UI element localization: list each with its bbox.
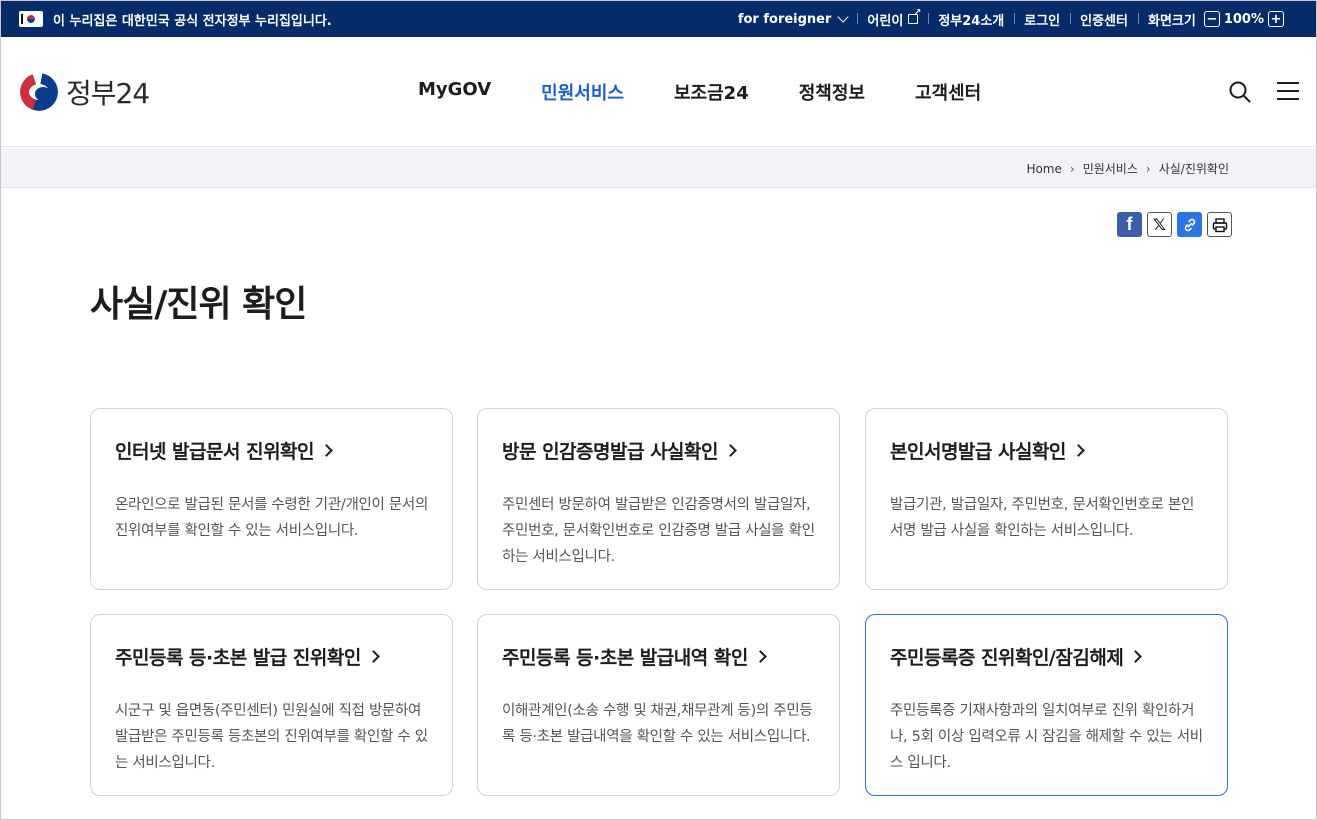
screen-size-label: 화면크기	[1147, 13, 1196, 29]
print-button[interactable]	[1207, 212, 1232, 237]
gov-banner: 이 누리집은 대한민국 공식 전자정부 누리집입니다. for foreigne…	[1, 1, 1316, 37]
hamburger-menu-icon[interactable]	[1277, 82, 1299, 100]
gov-notice-text: 이 누리집은 대한민국 공식 전자정부 누리집입니다.	[53, 13, 332, 29]
service-card-id-card-verify-unlock[interactable]: 주민등록증 진위확인/잠김해제 주민등록증 기재사항과의 일치여부로 진위 확인…	[865, 614, 1228, 796]
card-description: 주민센터 방문하여 발급받은 인감증명서의 발급일자, 주민번호, 문서확인번호…	[502, 497, 815, 565]
card-title: 주민등록증 진위확인/잠김해제	[890, 643, 1203, 670]
about-label: 정부24소개	[938, 13, 1005, 29]
service-card-resident-copy-verify[interactable]: 주민등록 등·초본 발급 진위확인 시군구 및 읍면동(주민센터) 민원실에 직…	[90, 614, 453, 796]
taegeuk-logo-icon	[20, 73, 58, 111]
facebook-icon: f	[1126, 214, 1133, 234]
korean-flag-icon	[19, 11, 43, 27]
card-title: 주민등록 등·초본 발급 진위확인	[115, 643, 428, 670]
share-toolbar: f 𝕏	[1117, 212, 1232, 237]
card-description: 이해관계인(소송 수행 및 채권,채무관계 등)의 주민등록 등·초본 발급내역…	[502, 703, 813, 745]
logo-text: 정부24	[66, 77, 150, 110]
site-logo[interactable]: 정부24	[20, 72, 150, 112]
nav-subsidy[interactable]: 보조금24	[674, 79, 749, 105]
cert-center-link[interactable]: 인증센터	[1070, 10, 1138, 29]
page-title: 사실/진위 확인	[90, 284, 307, 325]
card-title: 본인서명발급 사실확인	[890, 437, 1203, 464]
copy-link-button[interactable]	[1177, 212, 1202, 237]
chevron-right-icon	[724, 444, 737, 457]
chevron-down-icon	[837, 10, 850, 23]
breadcrumb: Home › 민원서비스 › 사실/진위확인	[1026, 160, 1229, 177]
external-link-icon	[908, 8, 921, 24]
x-icon: 𝕏	[1153, 215, 1166, 234]
zoom-value: 100%	[1223, 11, 1264, 27]
for-foreigner-label: for foreigner	[737, 11, 832, 27]
chevron-right-icon	[1072, 444, 1085, 457]
breadcrumb-bar: Home › 민원서비스 › 사실/진위확인	[1, 148, 1316, 188]
zoom-in-button[interactable]: +	[1268, 11, 1284, 27]
card-title: 주민등록 등·초본 발급내역 확인	[502, 643, 815, 670]
kids-label: 어린이	[867, 13, 904, 29]
card-description: 주민등록증 기재사항과의 일치여부로 진위 확인하거나, 5회 이상 입력오류 …	[890, 703, 1203, 771]
cert-center-label: 인증센터	[1080, 13, 1128, 29]
about-link[interactable]: 정부24소개	[928, 10, 1014, 29]
chevron-right-icon	[1129, 650, 1143, 663]
site-header: 정부24 MyGOV 민원서비스 보조금24 정책정보 고객센터	[1, 37, 1316, 147]
search-icon[interactable]	[1229, 81, 1251, 103]
nav-civil-service[interactable]: 민원서비스	[541, 79, 624, 105]
main-nav: MyGOV 민원서비스 보조금24 정책정보 고객센터	[418, 79, 981, 105]
kids-link[interactable]: 어린이	[857, 8, 928, 29]
for-foreigner-link[interactable]: for foreigner	[728, 10, 858, 27]
card-title: 방문 인감증명발급 사실확인	[502, 437, 815, 464]
link-icon	[1184, 218, 1195, 231]
facebook-share-button[interactable]: f	[1117, 212, 1142, 237]
zoom-out-button[interactable]: −	[1203, 11, 1220, 27]
chevron-right-icon: ›	[1069, 161, 1075, 176]
card-description: 발급기관, 발급일자, 주민번호, 문서확인번호로 본인서명 발급 사실을 확인…	[890, 497, 1195, 539]
card-description: 시군구 및 읍면동(주민센터) 민원실에 직접 방문하여 발급받은 주민등록 등…	[115, 703, 428, 771]
nav-customer-center[interactable]: 고객센터	[915, 79, 981, 105]
gov-notice: 이 누리집은 대한민국 공식 전자정부 누리집입니다.	[19, 10, 332, 29]
utility-links: for foreigner 어린이 정부24소개 로그인 인증센터 화면크기 −…	[728, 8, 1298, 29]
chevron-right-icon: ›	[1145, 161, 1151, 176]
chevron-right-icon	[753, 650, 767, 663]
login-label: 로그인	[1024, 13, 1061, 29]
screen-size-control: 화면크기 − 100% +	[1137, 10, 1298, 29]
chevron-right-icon	[320, 444, 333, 457]
card-description: 온라인으로 발급된 문서를 수령한 기관/개인이 문서의 진위여부를 확인할 수…	[115, 497, 429, 539]
service-card-internet-doc-verify[interactable]: 인터넷 발급문서 진위확인 온라인으로 발급된 문서를 수령한 기관/개인이 문…	[90, 408, 453, 590]
card-title: 인터넷 발급문서 진위확인	[115, 437, 428, 464]
nav-mygov[interactable]: MyGOV	[418, 79, 491, 105]
breadcrumb-home[interactable]: Home	[1026, 162, 1061, 176]
nav-policy[interactable]: 정책정보	[799, 79, 865, 105]
service-card-signature-verify[interactable]: 본인서명발급 사실확인 발급기관, 발급일자, 주민번호, 문서확인번호로 본인…	[865, 408, 1228, 590]
x-share-button[interactable]: 𝕏	[1147, 212, 1172, 237]
print-icon	[1212, 217, 1227, 232]
breadcrumb-civil-service[interactable]: 민원서비스	[1083, 160, 1138, 177]
chevron-right-icon	[366, 650, 380, 663]
breadcrumb-current: 사실/진위확인	[1158, 162, 1229, 176]
service-card-seal-cert-verify[interactable]: 방문 인감증명발급 사실확인 주민센터 방문하여 발급받은 인감증명서의 발급일…	[477, 408, 840, 590]
service-card-resident-copy-history[interactable]: 주민등록 등·초본 발급내역 확인 이해관계인(소송 수행 및 채권,채무관계 …	[477, 614, 840, 796]
login-link[interactable]: 로그인	[1014, 10, 1070, 29]
